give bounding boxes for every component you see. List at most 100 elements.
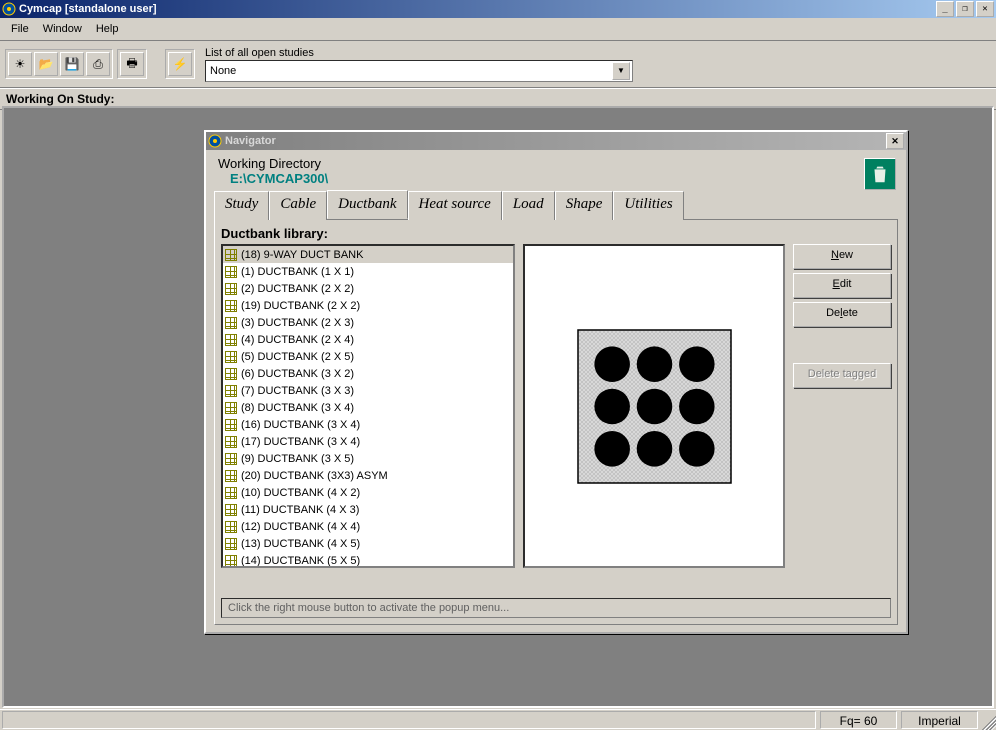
grid-icon [225,300,237,312]
list-item[interactable]: (5) DUCTBANK (2 X 5) [223,348,513,365]
list-item-label: (13) DUCTBANK (4 X 5) [241,538,360,550]
list-item[interactable]: (11) DUCTBANK (4 X 3) [223,501,513,518]
menu-file[interactable]: File [4,22,36,36]
tab-load[interactable]: Load [502,191,555,220]
list-item[interactable]: (19) DUCTBANK (2 X 2) [223,297,513,314]
delete-button[interactable]: Delete [793,302,891,327]
ductbank-diagram [577,329,732,484]
menu-help[interactable]: Help [89,22,126,36]
save-icon[interactable]: 💾 [60,52,84,76]
trash-icon[interactable] [864,158,896,190]
list-item[interactable]: (3) DUCTBANK (2 X 3) [223,314,513,331]
resize-grip[interactable] [980,710,996,730]
tab-shape[interactable]: Shape [555,191,614,220]
list-item-label: (19) DUCTBANK (2 X 2) [241,300,360,312]
menu-window[interactable]: Window [36,22,89,36]
grid-icon [225,334,237,346]
ductbank-list[interactable]: (18) 9-WAY DUCT BANK (1) DUCTBANK (1 X 1)… [221,244,515,568]
working-directory-path: E:\CYMCAP300\ [230,171,898,186]
list-item-label: (7) DUCTBANK (3 X 3) [241,385,354,397]
gear-icon [208,134,222,148]
run-icon[interactable]: ⚡ [168,52,192,76]
grid-icon [225,351,237,363]
new-button[interactable]: New [793,244,891,269]
app-title: Cymcap [standalone user] [19,3,936,15]
edit-button[interactable]: Edit [793,273,891,298]
list-item[interactable]: (17) DUCTBANK (3 X 4) [223,433,513,450]
status-units: Imperial [901,711,978,729]
list-item[interactable]: (7) DUCTBANK (3 X 3) [223,382,513,399]
chevron-down-icon[interactable]: ▼ [612,62,630,80]
studies-dropdown[interactable]: None ▼ [205,60,633,82]
list-item[interactable]: (6) DUCTBANK (3 X 2) [223,365,513,382]
navigator-window: Navigator ✕ Working Directory E:\CYMCAP3… [204,130,908,634]
grid-icon [225,317,237,329]
grid-icon [225,487,237,499]
list-item[interactable]: (13) DUCTBANK (4 X 5) [223,535,513,552]
print-icon[interactable]: 🖶 [120,52,144,76]
list-item-label: (17) DUCTBANK (3 X 4) [241,436,360,448]
tab-utilities[interactable]: Utilities [613,191,683,220]
list-item-label: (20) DUCTBANK (3X3) ASYM [241,470,388,482]
tab-content-ductbank: Ductbank library: (18) 9-WAY DUCT BANK(1… [214,220,898,625]
grid-icon [225,368,237,380]
status-fq: Fq= 60 [820,711,897,729]
list-item[interactable]: (10) DUCTBANK (4 X 2) [223,484,513,501]
list-item-label: (6) DUCTBANK (3 X 2) [241,368,354,380]
tab-study[interactable]: Study [214,191,269,220]
grid-icon [225,419,237,431]
working-directory-label: Working Directory [218,156,898,171]
grid-icon [225,538,237,550]
list-item-label: (18) 9-WAY DUCT BANK [241,249,363,261]
grid-icon [225,453,237,465]
close-button[interactable]: ✕ [976,1,994,17]
mdi-client-area: Navigator ✕ Working Directory E:\CYMCAP3… [2,106,994,708]
main-titlebar: Cymcap [standalone user] _ ❐ ✕ [0,0,996,18]
list-item-label: (3) DUCTBANK (2 X 3) [241,317,354,329]
minimize-button[interactable]: _ [936,1,954,17]
list-item[interactable]: (18) 9-WAY DUCT BANK [223,246,513,263]
navigator-titlebar[interactable]: Navigator ✕ [206,132,906,150]
list-item[interactable]: (9) DUCTBANK (3 X 5) [223,450,513,467]
statusbar: Fq= 60 Imperial [0,709,996,730]
list-item-label: (9) DUCTBANK (3 X 5) [241,453,354,465]
list-item-label: (2) DUCTBANK (2 X 2) [241,283,354,295]
list-item-label: (1) DUCTBANK (1 X 1) [241,266,354,278]
studies-list-label: List of all open studies [205,47,633,59]
grid-icon [225,555,237,567]
list-item-label: (5) DUCTBANK (2 X 5) [241,351,354,363]
ductbank-preview [523,244,785,568]
maximize-button[interactable]: ❐ [956,1,974,17]
grid-icon [225,504,237,516]
list-item[interactable]: (20) DUCTBANK (3X3) ASYM [223,467,513,484]
toolbar: ☀ 📂 💾 ⎙ 🖶 ⚡ List of all open studies Non… [0,41,996,88]
grid-icon [225,402,237,414]
navigator-close-button[interactable]: ✕ [886,133,904,149]
grid-icon [225,385,237,397]
list-item[interactable]: (14) DUCTBANK (5 X 5) [223,552,513,568]
grid-icon [225,266,237,278]
ductbank-library-label: Ductbank library: [221,226,891,241]
list-item[interactable]: (4) DUCTBANK (2 X 4) [223,331,513,348]
open-icon[interactable]: 📂 [34,52,58,76]
grid-icon [225,470,237,482]
studies-value: None [210,65,236,77]
tab-heat-source[interactable]: Heat source [408,191,502,220]
list-item-label: (8) DUCTBANK (3 X 4) [241,402,354,414]
app-icon [2,2,16,16]
list-item[interactable]: (12) DUCTBANK (4 X 4) [223,518,513,535]
tab-cable[interactable]: Cable [269,191,327,220]
list-item-label: (16) DUCTBANK (3 X 4) [241,419,360,431]
list-item[interactable]: (2) DUCTBANK (2 X 2) [223,280,513,297]
tab-ductbank[interactable]: Ductbank [327,190,407,219]
new-study-icon[interactable]: ☀ [8,52,32,76]
list-item[interactable]: (1) DUCTBANK (1 X 1) [223,263,513,280]
save-all-icon[interactable]: ⎙ [86,52,110,76]
list-item-label: (14) DUCTBANK (5 X 5) [241,555,360,567]
list-item[interactable]: (16) DUCTBANK (3 X 4) [223,416,513,433]
list-item[interactable]: (8) DUCTBANK (3 X 4) [223,399,513,416]
delete-tagged-button: Delete tagged [793,363,891,388]
hint-bar: Click the right mouse button to activate… [221,598,891,618]
grid-icon [225,283,237,295]
grid-icon [225,436,237,448]
